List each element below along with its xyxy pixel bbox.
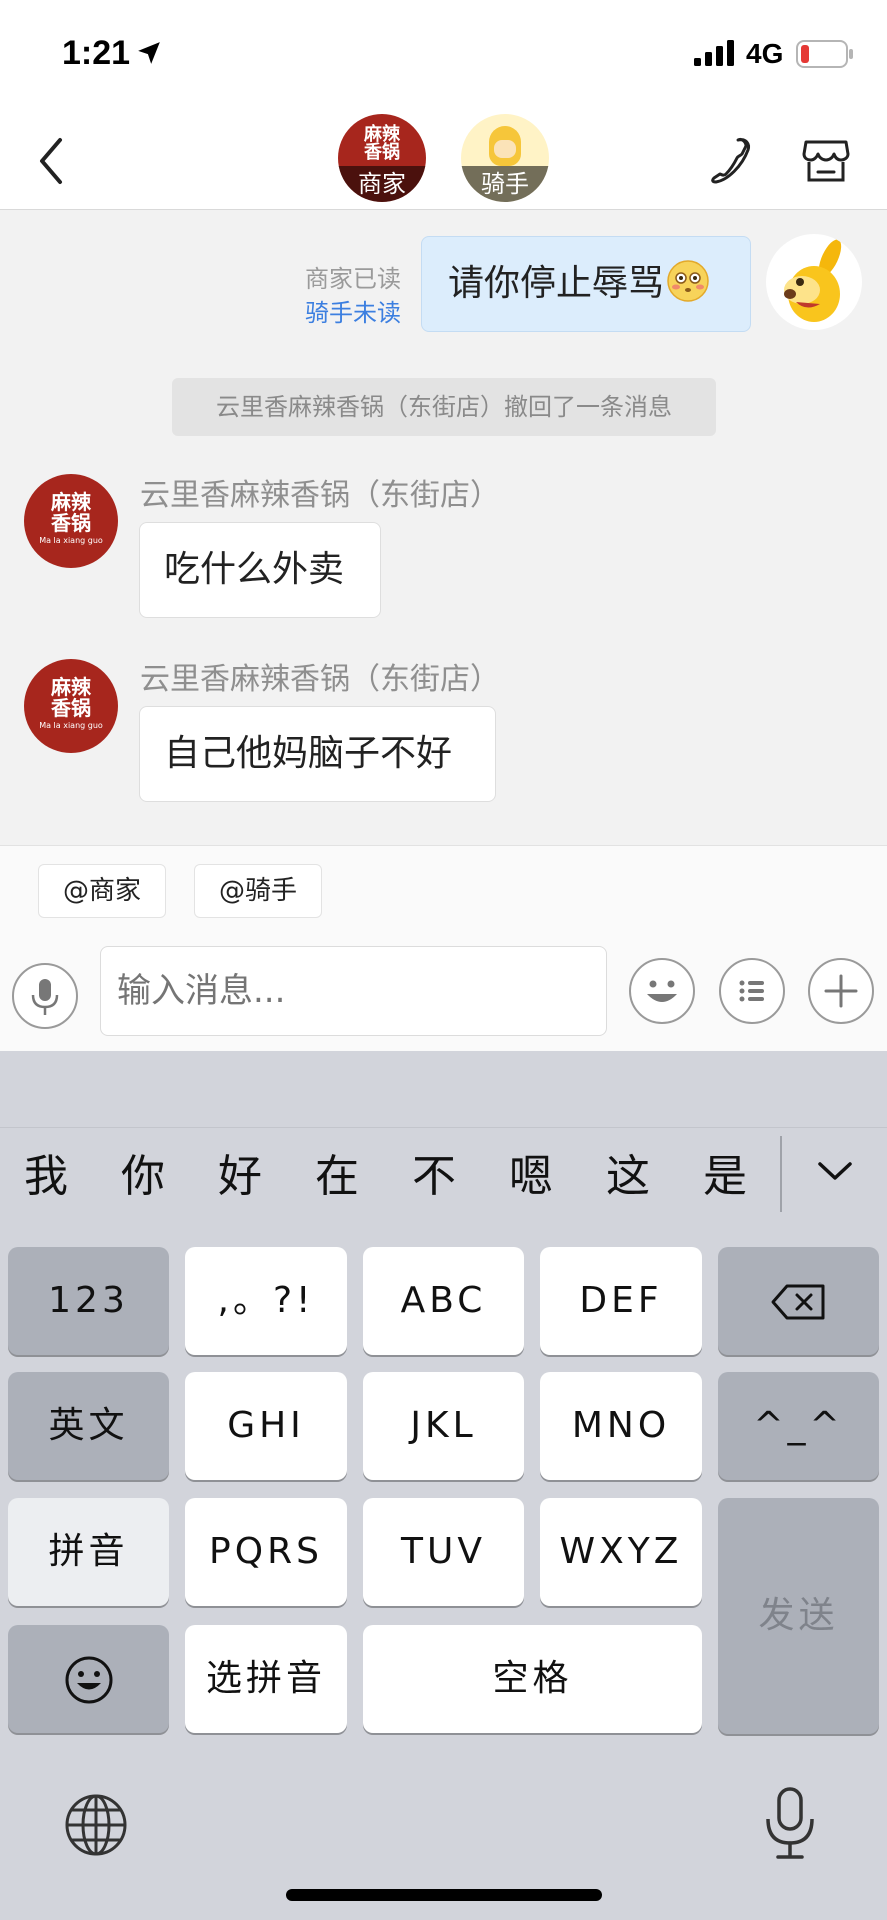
globe-icon[interactable] xyxy=(64,1793,128,1857)
kangaroo-mascot-icon xyxy=(784,239,842,322)
voice-input-button[interactable] xyxy=(12,963,78,1029)
location-arrow-icon xyxy=(138,42,160,64)
mention-rider-button[interactable]: @骑手 xyxy=(194,864,322,918)
merchant-read-status: 商家已读 xyxy=(305,265,401,293)
wxyz-key[interactable]: WXYZ xyxy=(540,1498,702,1606)
emoji-button[interactable] xyxy=(629,958,695,1024)
select-pinyin-key[interactable]: 选拼音 xyxy=(185,1625,347,1733)
user-avatar[interactable] xyxy=(766,234,862,330)
rider-face xyxy=(494,140,516,158)
outgoing-message-bubble[interactable]: 请你停止辱骂 xyxy=(421,236,751,332)
candidate-divider xyxy=(780,1136,782,1212)
merchant-message-avatar[interactable]: 麻辣 香锅 Ma la xiang guo xyxy=(24,659,118,753)
network-type: 4G xyxy=(746,38,784,69)
message-composer: @商家 @骑手 xyxy=(0,845,887,1051)
sender-name: 云里香麻辣香锅（东街店） xyxy=(140,662,500,697)
read-status: 商家已读 骑手未读 xyxy=(305,262,401,330)
battery-low-icon xyxy=(796,40,853,68)
chat-header: 麻辣 香锅 商家 骑手 xyxy=(0,110,887,210)
candidate-word[interactable]: 嗯 xyxy=(501,1140,561,1204)
punctuation-key[interactable]: ,。?! xyxy=(185,1247,347,1355)
delete-icon xyxy=(771,1284,824,1320)
smiley-icon xyxy=(65,1656,112,1704)
merchant-role-label: 商家 xyxy=(338,166,426,202)
candidate-word[interactable]: 在 xyxy=(307,1140,367,1204)
list-icon xyxy=(739,980,764,1002)
merchant-logo-subtext: Ma la xiang guo xyxy=(39,721,103,730)
keyboard: 我 你 好 在 不 嗯 这 是 123 ,。?! ABC DEF 英文 GHI … xyxy=(0,1051,887,1920)
emoticon-key[interactable]: ^_^ xyxy=(718,1372,879,1480)
pinyin-key[interactable]: 拼音 xyxy=(8,1498,169,1606)
jkl-key[interactable]: JKL xyxy=(363,1372,524,1480)
message-input[interactable] xyxy=(100,946,607,1036)
outgoing-message-text: 请你停止辱骂 xyxy=(448,263,665,304)
candidate-word[interactable]: 好 xyxy=(210,1140,270,1204)
blushing-face-emoji-icon xyxy=(667,260,709,302)
tuv-key[interactable]: TUV xyxy=(363,1498,524,1606)
chat-messages: 商家已读 骑手未读 请你停止辱骂 云里香麻辣香锅（东街店）撤回了一条消息 麻辣 … xyxy=(0,210,887,845)
emoji-icon xyxy=(647,980,677,1002)
status-bar: 1:21 4G xyxy=(0,0,887,110)
merchant-avatar[interactable]: 麻辣 香锅 商家 xyxy=(338,114,426,202)
signal-icon xyxy=(694,40,734,66)
incoming-message-bubble[interactable]: 自己他妈脑子不好 xyxy=(139,706,496,802)
merchant-logo-text: 麻辣 香锅 xyxy=(364,124,400,163)
candidate-word[interactable]: 你 xyxy=(113,1140,173,1204)
space-key[interactable]: 空格 xyxy=(363,1625,702,1733)
def-key[interactable]: DEF xyxy=(540,1247,702,1355)
ghi-key[interactable]: GHI xyxy=(185,1372,347,1480)
merchant-logo-subtext: Ma la xiang guo xyxy=(39,536,103,545)
chevron-down-icon[interactable] xyxy=(812,1148,858,1194)
merchant-message-avatar[interactable]: 麻辣 香锅 Ma la xiang guo xyxy=(24,474,118,568)
dictation-microphone-icon[interactable] xyxy=(762,1785,818,1863)
shop-icon[interactable] xyxy=(800,134,852,186)
rider-unread-status: 骑手未读 xyxy=(305,299,401,327)
mno-key[interactable]: MNO xyxy=(540,1372,702,1480)
status-time: 1:21 xyxy=(62,34,131,72)
candidate-word[interactable]: 这 xyxy=(598,1140,658,1204)
numbers-key[interactable]: 123 xyxy=(8,1247,169,1355)
incoming-message-bubble[interactable]: 吃什么外卖 xyxy=(139,522,381,618)
microphone-icon xyxy=(31,979,59,1015)
candidate-word[interactable]: 不 xyxy=(404,1140,464,1204)
phone-icon[interactable] xyxy=(708,134,756,186)
candidate-word[interactable]: 我 xyxy=(16,1140,76,1204)
candidate-bar: 我 你 好 在 不 嗯 这 是 xyxy=(0,1127,887,1227)
rider-role-label: 骑手 xyxy=(461,166,549,202)
mention-merchant-button[interactable]: @商家 xyxy=(38,864,166,918)
delete-key[interactable] xyxy=(718,1247,879,1355)
merchant-logo-text: 麻辣 香锅 xyxy=(51,490,91,535)
merchant-logo-text: 麻辣 香锅 xyxy=(51,675,91,720)
rider-avatar[interactable]: 骑手 xyxy=(461,114,549,202)
abc-key[interactable]: ABC xyxy=(363,1247,524,1355)
add-attachment-button[interactable] xyxy=(808,958,874,1024)
more-options-button[interactable] xyxy=(719,958,785,1024)
sender-name: 云里香麻辣香锅（东街店） xyxy=(140,478,500,513)
plus-icon xyxy=(824,974,858,1008)
emoji-key[interactable] xyxy=(8,1625,169,1733)
candidate-word[interactable]: 是 xyxy=(695,1140,755,1204)
pqrs-key[interactable]: PQRS xyxy=(185,1498,347,1606)
english-key[interactable]: 英文 xyxy=(8,1372,169,1480)
recall-notice: 云里香麻辣香锅（东街店）撤回了一条消息 xyxy=(172,378,716,436)
send-key[interactable]: 发送 xyxy=(718,1498,879,1734)
home-indicator xyxy=(286,1889,602,1901)
back-chevron-icon[interactable] xyxy=(32,132,72,190)
